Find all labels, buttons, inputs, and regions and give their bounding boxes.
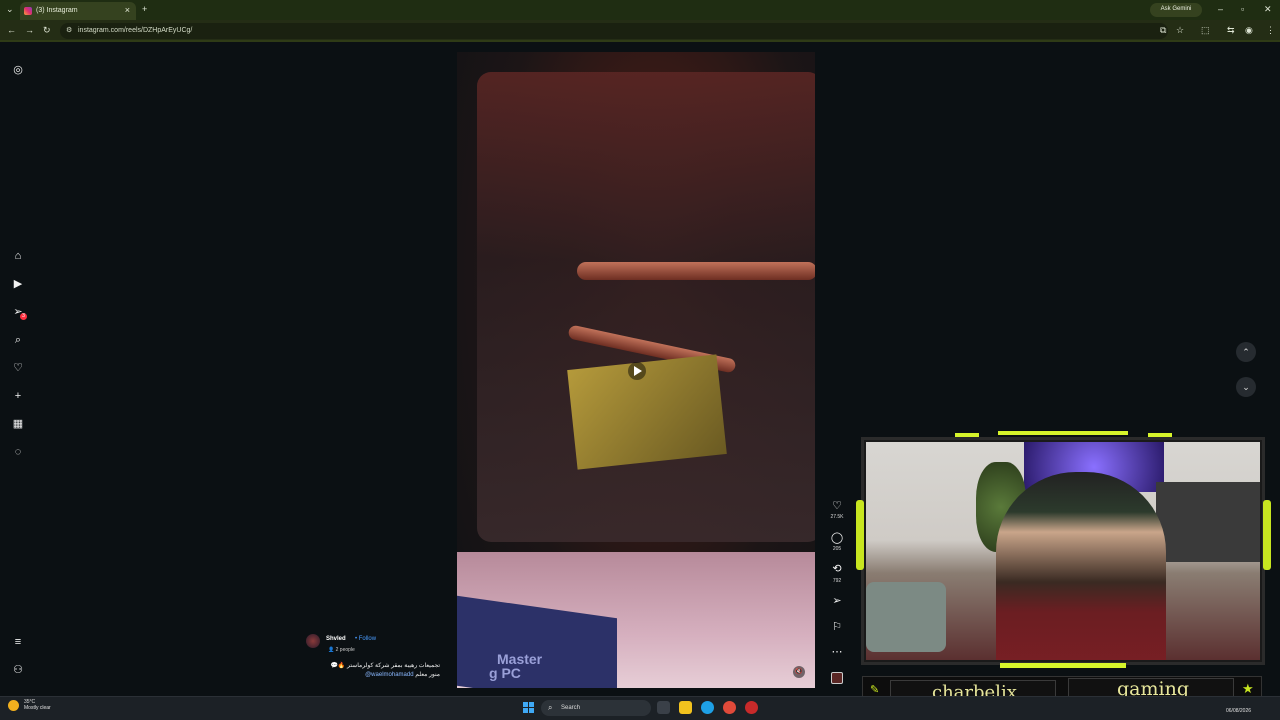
sign-text-line2: g PC xyxy=(489,665,521,681)
more-options-icon[interactable]: ⋯ xyxy=(829,645,845,658)
play-icon[interactable] xyxy=(628,362,646,380)
ask-gemini-button[interactable]: Ask Gemini xyxy=(1150,3,1202,17)
file-explorer-icon[interactable] xyxy=(679,701,692,714)
address-bar[interactable]: ⚙ instagram.com/reels/DZHpArEyUCg/ xyxy=(60,23,1168,39)
pen-icon: ✎ xyxy=(870,684,880,696)
like-icon[interactable]: ♡ xyxy=(829,499,845,512)
overlay-side-left xyxy=(856,500,864,570)
mute-icon[interactable]: 🔇 xyxy=(793,666,805,678)
site-info-icon[interactable]: ⚙ xyxy=(66,26,72,34)
caption-line2-text: منور معلم xyxy=(415,672,440,678)
weather-icon[interactable] xyxy=(8,700,19,711)
instagram-favicon-icon xyxy=(24,7,32,15)
heart-icon[interactable]: ♡ xyxy=(11,361,25,375)
minimize-button[interactable]: – xyxy=(1218,4,1223,14)
streamer xyxy=(996,472,1166,660)
close-window-button[interactable]: ✕ xyxy=(1264,4,1272,15)
menu-icon[interactable]: ≡ xyxy=(11,635,25,649)
overlay-decoration xyxy=(1000,663,1126,668)
username[interactable]: Shvled xyxy=(326,636,346,642)
tab-groups-icon[interactable]: ⇆ xyxy=(1227,25,1235,36)
windows-start-icon[interactable] xyxy=(523,702,535,714)
taskbar-date[interactable]: 06/08/2026 xyxy=(1226,708,1251,714)
reload-icon[interactable]: ↻ xyxy=(43,25,51,36)
edge-icon[interactable] xyxy=(701,701,714,714)
url-text: instagram.com/reels/DZHpArEyUCg/ xyxy=(78,27,193,34)
save-icon[interactable]: ⚐ xyxy=(829,620,845,633)
instagram-logo-icon[interactable]: ◎ xyxy=(11,63,25,77)
background-bed xyxy=(866,582,946,652)
caption-mention[interactable]: @waelmohamadd xyxy=(365,672,413,678)
profile-icon[interactable]: ◌ xyxy=(11,445,25,459)
chrome-icon[interactable] xyxy=(723,701,736,714)
caption-line-1: تجميعات رهيبة بمقر شركة كولرماستر 🔥💬 xyxy=(330,663,440,669)
sign-text: Master g PC xyxy=(459,652,542,680)
background-shelf xyxy=(1156,482,1260,562)
browser-menu-icon[interactable]: ⋮ xyxy=(1266,25,1275,36)
gemini-label: Ask Gemini xyxy=(1160,6,1192,12)
browser-toolbar: ← → ↻ ⚙ instagram.com/reels/DZHpArEyUCg/… xyxy=(0,20,1280,42)
maximize-button[interactable]: ▫ xyxy=(1241,4,1244,14)
meta-icon[interactable]: ⚇ xyxy=(11,663,25,677)
dashboard-icon[interactable]: ▦ xyxy=(11,417,25,431)
comment-icon[interactable]: ◯ xyxy=(829,531,845,544)
comment-count: 205 xyxy=(832,546,842,552)
people-count: 2 people xyxy=(335,647,355,653)
weather-widget[interactable]: 35°C Mostly clear xyxy=(24,699,51,711)
extensions-icon[interactable]: ⬚ xyxy=(1201,25,1210,36)
collab-people[interactable]: 👤 2 people xyxy=(328,647,355,653)
tab-close-icon[interactable]: × xyxy=(125,5,130,15)
reels-icon[interactable]: ▶ xyxy=(11,277,25,291)
overlay-side-right xyxy=(1263,500,1271,570)
new-tab-button[interactable]: + xyxy=(142,4,147,14)
repost-count: 792 xyxy=(832,578,842,584)
webcam-feed xyxy=(866,442,1260,660)
sign-text-line1: Master xyxy=(497,651,543,667)
home-icon[interactable]: ⌂ xyxy=(11,249,25,263)
repost-icon[interactable]: ⟲ xyxy=(829,562,845,575)
create-icon[interactable]: + xyxy=(11,389,25,403)
taskbar-search-label: Search xyxy=(561,705,581,711)
star-icon: ★ xyxy=(1242,681,1254,696)
caption-line-2: @waelmohamadd منور معلم xyxy=(318,671,440,678)
install-app-icon[interactable]: ⧉ xyxy=(1160,25,1166,36)
previous-reel-button[interactable]: ⌃ xyxy=(1236,342,1256,362)
gpu-block xyxy=(567,354,727,470)
audio-thumbnail[interactable] xyxy=(831,672,843,684)
tab-instagram[interactable]: (3) Instagram × xyxy=(20,2,136,20)
profile-avatar-icon[interactable]: ◉ xyxy=(1245,25,1253,36)
share-icon[interactable]: ➢ xyxy=(829,594,845,607)
tab-title: (3) Instagram xyxy=(36,7,78,14)
overlay-decoration xyxy=(998,431,1128,435)
bookmark-star-icon[interactable]: ☆ xyxy=(1176,25,1184,36)
next-reel-button[interactable]: ⌄ xyxy=(1236,377,1256,397)
app-icon[interactable] xyxy=(745,701,758,714)
back-icon[interactable]: ← xyxy=(7,25,16,35)
pc-case-image xyxy=(477,72,815,542)
search-icon[interactable]: ⌕ xyxy=(11,333,25,347)
weather-desc: Mostly clear xyxy=(24,705,51,711)
forward-icon[interactable]: → xyxy=(25,25,34,35)
tab-search-icon[interactable]: ⌄ xyxy=(6,4,14,15)
notification-badge: 3 xyxy=(20,313,27,320)
search-icon: ⌕ xyxy=(548,703,553,712)
taskbar-search[interactable]: ⌕ Search xyxy=(541,700,651,716)
cooling-pipe xyxy=(577,262,815,280)
tab-bar: ⌄ (3) Instagram × + Ask Gemini – ▫ ✕ xyxy=(0,0,1280,20)
task-view-icon[interactable] xyxy=(657,701,670,714)
avatar[interactable] xyxy=(306,634,320,648)
like-count: 27.5K xyxy=(830,514,844,520)
follow-button[interactable]: • Follow xyxy=(355,636,376,642)
